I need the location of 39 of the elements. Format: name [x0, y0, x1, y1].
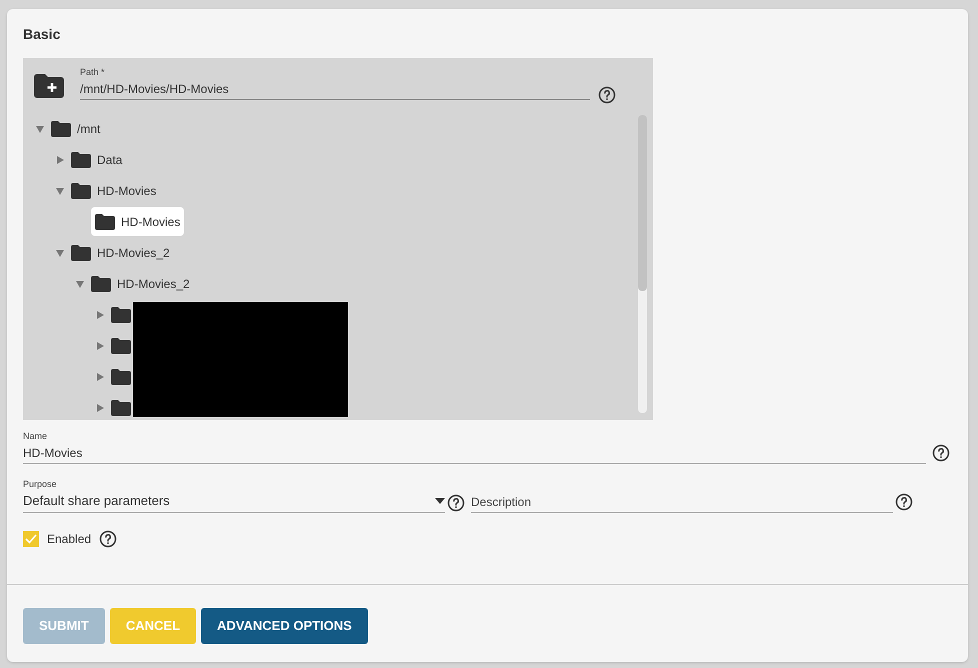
path-field[interactable]: /mnt/HD-Movies/HD-Movies: [80, 78, 590, 100]
expanded-arrow-icon[interactable]: [55, 186, 65, 196]
folder-icon: [111, 338, 131, 354]
purpose-dropdown[interactable]: Purpose Default share parameters: [23, 478, 445, 513]
collapsed-arrow-icon[interactable]: [95, 340, 105, 350]
collapsed-arrow-icon[interactable]: [95, 402, 105, 412]
form-button[interactable]: ADVANCED OPTIONS: [201, 608, 368, 644]
add-folder-icon[interactable]: [34, 74, 64, 98]
name-field[interactable]: HD-Movies: [23, 442, 926, 464]
folder-icon: [71, 182, 91, 198]
checkbox-label: Enabled: [47, 531, 92, 548]
collapsed-arrow-icon[interactable]: [55, 154, 65, 164]
folder-icon: [71, 152, 91, 168]
section-title: Basic: [23, 25, 62, 43]
folder-icon: [71, 244, 91, 260]
folder-icon: [111, 400, 131, 416]
folder-icon: [51, 120, 71, 136]
collapsed-arrow-icon[interactable]: [95, 372, 105, 382]
check-icon: [25, 534, 37, 544]
help-icon[interactable]: [932, 444, 950, 462]
help-icon[interactable]: [99, 530, 118, 548]
folder-icon: [91, 276, 111, 292]
collapsed-arrow-icon[interactable]: [95, 310, 105, 320]
expanded-arrow-icon[interactable]: [55, 248, 65, 258]
field-label: Path *: [80, 66, 106, 78]
help-icon[interactable]: [447, 494, 465, 512]
field-label: Name: [23, 430, 48, 442]
enabled-checkbox[interactable]: [23, 531, 39, 547]
file-browser-panel: Path * /mnt/HD-Movies/HD-Movies /mnt Data HD-Movies HD-Movies HD-Movies_2 HD-Movies_2: [23, 58, 653, 420]
folder-icon: [95, 214, 115, 230]
folder-icon: [111, 306, 131, 322]
help-icon[interactable]: [598, 86, 616, 104]
tree-item[interactable]: HD-Movies: [91, 207, 184, 236]
folder-icon: [111, 368, 131, 384]
caret-icon: [435, 498, 445, 504]
help-icon[interactable]: [895, 493, 913, 511]
expanded-arrow-icon[interactable]: [75, 278, 85, 288]
expanded-arrow-icon[interactable]: [35, 124, 45, 134]
description-field[interactable]: Description: [471, 491, 893, 513]
